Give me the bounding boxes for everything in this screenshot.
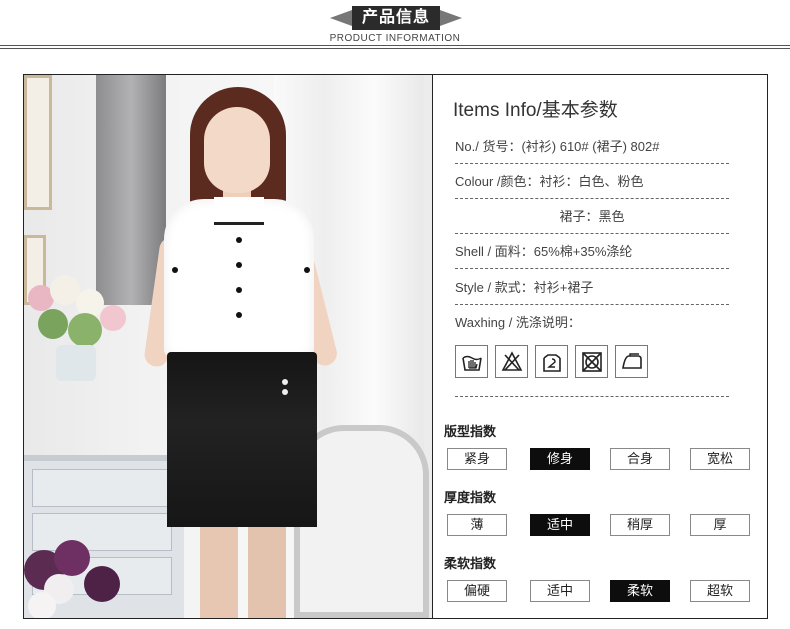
ribbon-left-decoration [330, 10, 352, 26]
product-photo [24, 75, 432, 618]
header-divider-bottom [0, 48, 790, 49]
fit-option-slim: 修身 [530, 448, 590, 470]
info-section: Items Info/基本参数 No./ 货号：(衬衫) 610# (裙子) 8… [433, 75, 767, 618]
purple-flower-bouquet [24, 540, 134, 618]
section-title: 产品信息 [352, 6, 440, 30]
softness-option-soft: 柔软 [610, 580, 670, 602]
info-row-item-no: No./ 货号：(衬衫) 610# (裙子) 802# [455, 130, 729, 164]
info-row-colour: Colour /颜色：衬衫：白色、粉色 [455, 165, 729, 199]
wall-picture-frame [24, 75, 52, 210]
header-divider-top [0, 45, 790, 46]
ribbon-right-decoration [440, 10, 462, 26]
section-header: 产品信息 PRODUCT INFORMATION [0, 0, 790, 52]
thickness-option-thin: 薄 [447, 514, 507, 536]
model-figure [132, 87, 352, 618]
info-row-style: Style / 款式：衬衫+裙子 [455, 271, 729, 305]
thickness-option-medium: 适中 [530, 514, 590, 536]
care-divider [455, 396, 729, 397]
do-not-bleach-icon [495, 345, 528, 378]
info-title: Items Info/基本参数 [453, 100, 618, 121]
softness-option-medium: 适中 [530, 580, 590, 602]
fit-option-tight: 紧身 [447, 448, 507, 470]
thickness-index-title: 厚度指数 [444, 490, 497, 505]
iron-icon [615, 345, 648, 378]
care-icons [455, 345, 705, 381]
info-row-washing: Waxhing / 洗涤说明： [455, 315, 581, 330]
black-skirt [167, 352, 317, 527]
fit-index-title: 版型指数 [444, 424, 497, 439]
softness-option-stiff: 偏硬 [447, 580, 507, 602]
softness-index-title: 柔软指数 [444, 556, 497, 571]
thickness-option-slightly-thick: 稍厚 [610, 514, 670, 536]
product-info-panel: Items Info/基本参数 No./ 货号：(衬衫) 610# (裙子) 8… [23, 74, 768, 619]
hand-wash-icon [455, 345, 488, 378]
softness-option-very-soft: 超软 [690, 580, 750, 602]
info-row-shell: Shell / 面料：65%棉+35%涤纶 [455, 235, 729, 269]
hang-dry-icon [535, 345, 568, 378]
thickness-option-thick: 厚 [690, 514, 750, 536]
info-row-colour-skirt: 裙子：黑色 [455, 200, 729, 234]
section-subtitle: PRODUCT INFORMATION [329, 33, 461, 44]
do-not-tumble-dry-icon [575, 345, 608, 378]
fit-option-regular: 合身 [610, 448, 670, 470]
fit-option-loose: 宽松 [690, 448, 750, 470]
